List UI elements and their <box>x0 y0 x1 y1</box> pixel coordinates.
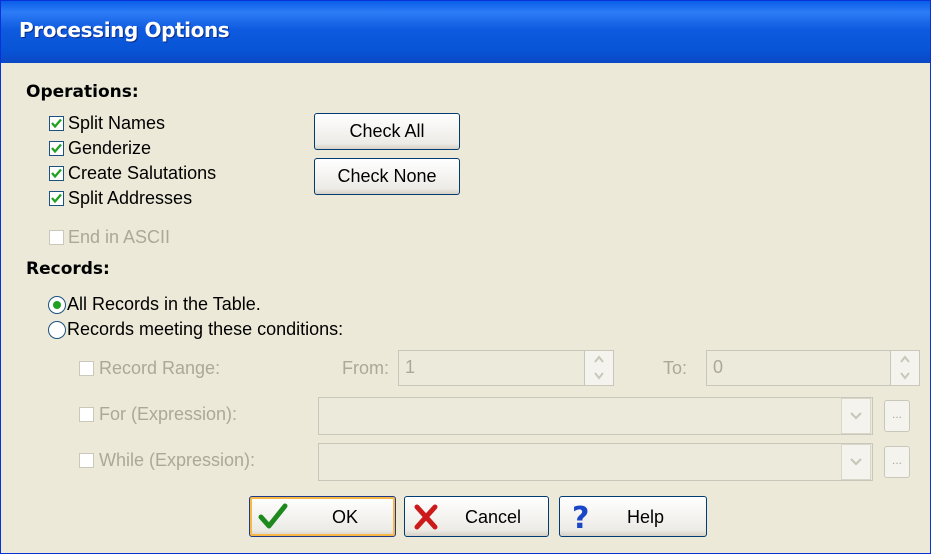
chevron-down-icon <box>850 412 862 420</box>
from-spinner[interactable] <box>584 350 614 386</box>
red-x-icon <box>414 504 438 530</box>
split-names-label: Split Names <box>68 113 166 133</box>
blue-question-icon: ? <box>572 501 589 533</box>
check-all-button[interactable]: Check All <box>314 113 460 150</box>
record-range-label: Record Range: <box>99 358 221 378</box>
checkmark-icon <box>51 118 62 129</box>
ok-label: OK <box>332 507 359 527</box>
spin-down-icon[interactable] <box>891 368 919 385</box>
split-names-checkbox[interactable] <box>49 116 64 131</box>
from-input[interactable]: 1 <box>398 350 585 386</box>
check-none-button[interactable]: Check None <box>314 158 460 195</box>
records-meeting-conditions-label: Records meeting these conditions: <box>67 319 344 339</box>
while-expression-builder-button[interactable]: ... <box>884 446 910 478</box>
to-value: 0 <box>713 357 724 377</box>
create-salutations-checkbox[interactable] <box>49 166 64 181</box>
checkmark-icon <box>51 193 62 204</box>
checkmark-icon <box>51 168 62 179</box>
from-label: From: <box>342 358 389 378</box>
svg-text:?: ? <box>572 501 589 533</box>
chevron-down-icon <box>850 458 862 466</box>
checkmark-icon <box>51 143 62 154</box>
cancel-button[interactable]: Cancel <box>404 496 549 537</box>
all-records-radio[interactable] <box>48 296 66 314</box>
to-label: To: <box>663 358 688 378</box>
while-expression-combobox[interactable] <box>318 443 873 481</box>
genderize-label: Genderize <box>68 138 152 158</box>
help-label: Help <box>627 507 665 527</box>
spin-up-icon[interactable] <box>891 351 919 368</box>
green-checkmark-icon <box>258 503 288 529</box>
while-expression-dropdown-button[interactable] <box>841 444 871 480</box>
split-addresses-checkbox[interactable] <box>49 191 64 206</box>
genderize-checkbox[interactable] <box>49 141 64 156</box>
ok-button[interactable]: OK <box>249 496 396 537</box>
split-addresses-label: Split Addresses <box>68 188 193 208</box>
create-salutations-label: Create Salutations <box>68 163 217 183</box>
cancel-label: Cancel <box>465 507 522 527</box>
from-value: 1 <box>405 357 416 377</box>
end-in-ascii-label: End in ASCII <box>68 227 171 247</box>
for-expression-builder-button[interactable]: ... <box>884 400 910 432</box>
all-records-label: All Records in the Table. <box>67 294 261 314</box>
for-expression-checkbox[interactable] <box>79 407 94 422</box>
dialog-body: Operations: Split Names Genderize Create… <box>6 63 925 548</box>
title-bar[interactable]: Processing Options <box>1 1 930 63</box>
operations-header: Operations: <box>26 82 139 102</box>
for-expression-dropdown-button[interactable] <box>841 398 871 434</box>
spin-down-icon[interactable] <box>585 368 613 385</box>
record-range-checkbox[interactable] <box>79 361 94 376</box>
for-expression-combobox[interactable] <box>318 397 873 435</box>
window-title: Processing Options <box>19 18 230 42</box>
for-expression-label: For (Expression): <box>99 404 238 424</box>
records-header: Records: <box>26 259 110 279</box>
end-in-ascii-checkbox[interactable] <box>49 230 64 245</box>
to-input[interactable]: 0 <box>706 350 891 386</box>
processing-options-dialog: Processing Options Operations: Split Nam… <box>0 0 931 554</box>
while-expression-checkbox[interactable] <box>79 453 94 468</box>
spin-up-icon[interactable] <box>585 351 613 368</box>
help-button[interactable]: ? Help <box>559 496 707 537</box>
to-spinner[interactable] <box>890 350 920 386</box>
records-meeting-conditions-radio[interactable] <box>48 321 66 339</box>
while-expression-label: While (Expression): <box>99 450 256 470</box>
